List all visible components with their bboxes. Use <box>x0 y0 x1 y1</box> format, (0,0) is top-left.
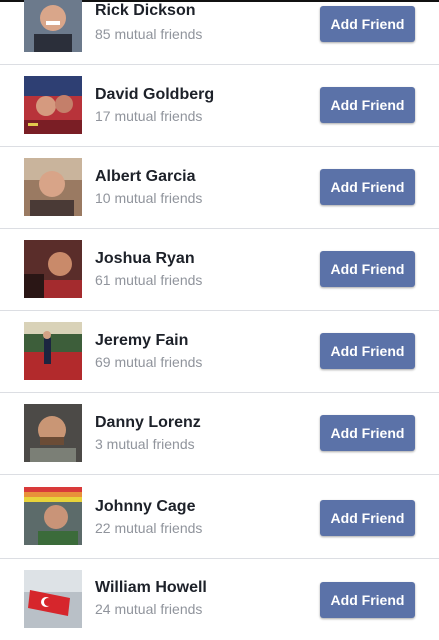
friend-row: William Howell 24 mutual friends Add Fri… <box>0 559 439 640</box>
friend-row: David Goldberg 17 mutual friends Add Fri… <box>0 65 439 147</box>
friend-name[interactable]: David Goldberg <box>95 86 214 104</box>
mutual-friends-count[interactable]: 85 mutual friends <box>95 26 202 42</box>
profile-photo[interactable] <box>24 487 82 545</box>
add-friend-button[interactable]: Add Friend <box>320 251 415 287</box>
friend-name[interactable]: Johnny Cage <box>95 498 195 516</box>
profile-photo[interactable] <box>24 76 82 134</box>
friend-row: Joshua Ryan 61 mutual friends Add Friend <box>0 229 439 311</box>
friend-row: Danny Lorenz 3 mutual friends Add Friend <box>0 393 439 475</box>
add-friend-button[interactable]: Add Friend <box>320 582 415 618</box>
add-friend-button[interactable]: Add Friend <box>320 87 415 123</box>
friend-row: Rick Dickson 85 mutual friends Add Frien… <box>0 0 439 65</box>
mutual-friends-count[interactable]: 69 mutual friends <box>95 354 202 370</box>
mutual-friends-count[interactable]: 3 mutual friends <box>95 436 195 452</box>
friend-name[interactable]: William Howell <box>95 579 207 597</box>
add-friend-button[interactable]: Add Friend <box>320 333 415 369</box>
friend-row: Johnny Cage 22 mutual friends Add Friend <box>0 475 439 559</box>
add-friend-button[interactable]: Add Friend <box>320 169 415 205</box>
profile-photo[interactable] <box>24 322 82 380</box>
friend-row: Jeremy Fain 69 mutual friends Add Friend <box>0 311 439 393</box>
friend-name[interactable]: Jeremy Fain <box>95 332 188 350</box>
friend-name[interactable]: Joshua Ryan <box>95 250 195 268</box>
add-friend-button[interactable]: Add Friend <box>320 500 415 536</box>
mutual-friends-count[interactable]: 22 mutual friends <box>95 520 202 536</box>
friend-name[interactable]: Danny Lorenz <box>95 414 201 432</box>
profile-photo[interactable] <box>24 240 82 298</box>
add-friend-button[interactable]: Add Friend <box>320 6 415 42</box>
friend-row: Albert Garcia 10 mutual friends Add Frie… <box>0 147 439 229</box>
mutual-friends-count[interactable]: 17 mutual friends <box>95 108 202 124</box>
mutual-friends-count[interactable]: 24 mutual friends <box>95 601 202 617</box>
friend-name[interactable]: Rick Dickson <box>95 2 195 20</box>
profile-photo[interactable] <box>24 158 82 216</box>
mutual-friends-count[interactable]: 61 mutual friends <box>95 272 202 288</box>
profile-photo[interactable] <box>24 0 82 52</box>
mutual-friends-count[interactable]: 10 mutual friends <box>95 190 202 206</box>
profile-photo[interactable] <box>24 404 82 462</box>
profile-photo[interactable] <box>24 570 82 628</box>
friend-name[interactable]: Albert Garcia <box>95 168 195 186</box>
add-friend-button[interactable]: Add Friend <box>320 415 415 451</box>
